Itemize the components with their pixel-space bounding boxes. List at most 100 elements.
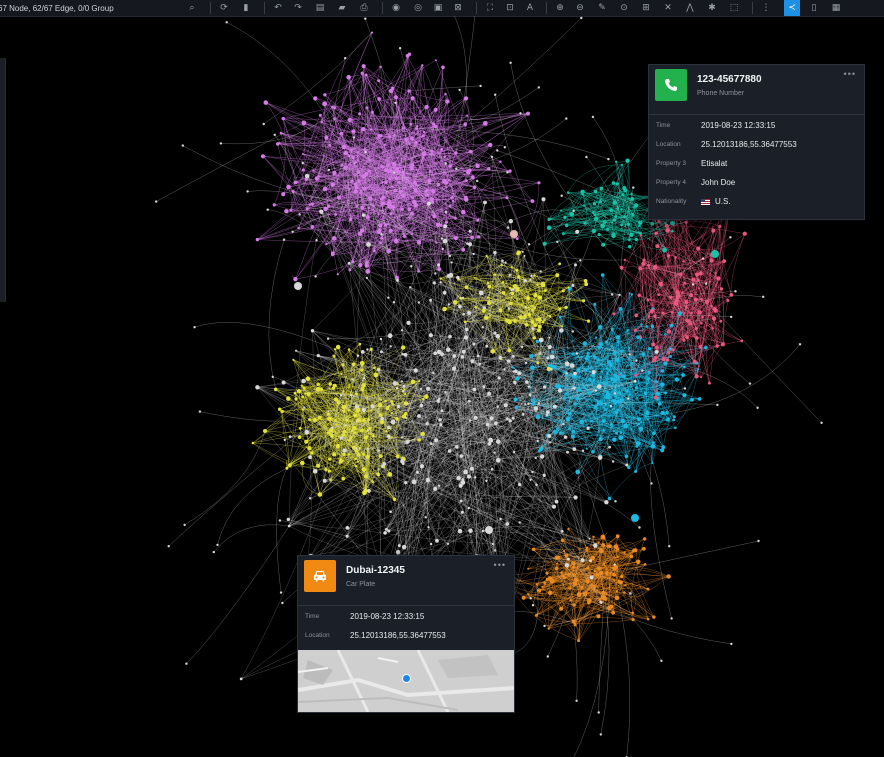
graph-node[interactable] xyxy=(700,298,704,301)
graph-node[interactable] xyxy=(632,186,635,189)
graph-node[interactable] xyxy=(298,426,302,430)
graph-node[interactable] xyxy=(445,99,450,104)
graph-node[interactable] xyxy=(630,362,634,365)
graph-node[interactable] xyxy=(414,189,418,193)
graph-node[interactable] xyxy=(432,214,437,219)
graph-node[interactable] xyxy=(543,319,546,322)
graph-node[interactable] xyxy=(629,393,632,396)
graph-node[interactable] xyxy=(658,402,662,406)
graph-node[interactable] xyxy=(310,202,314,206)
graph-node[interactable] xyxy=(360,428,364,433)
graph-node[interactable] xyxy=(363,435,369,440)
graph-node[interactable] xyxy=(503,146,507,149)
graph-node[interactable] xyxy=(628,346,631,349)
graph-node[interactable] xyxy=(388,228,393,233)
graph-node[interactable] xyxy=(424,104,429,110)
graph-node[interactable] xyxy=(410,232,414,235)
graph-node[interactable] xyxy=(360,386,365,391)
graph-node[interactable] xyxy=(356,417,362,423)
graph-node[interactable] xyxy=(645,325,649,328)
graph-node[interactable] xyxy=(681,291,684,294)
graph-node[interactable] xyxy=(582,204,586,207)
graph-node[interactable] xyxy=(527,297,530,300)
graph-node[interactable] xyxy=(569,211,575,217)
graph-node[interactable] xyxy=(384,180,388,185)
graph-node[interactable] xyxy=(579,419,584,425)
graph-node[interactable] xyxy=(326,412,331,416)
graph-node[interactable] xyxy=(349,148,353,152)
graph-node[interactable] xyxy=(579,259,582,262)
graph-node[interactable] xyxy=(756,406,759,409)
graph-node[interactable] xyxy=(674,426,677,430)
graph-node[interactable] xyxy=(385,430,388,433)
graph-node[interactable] xyxy=(654,345,659,350)
graph-node[interactable] xyxy=(370,110,374,114)
graph-node[interactable] xyxy=(647,347,652,351)
graph-node[interactable] xyxy=(695,336,699,340)
graph-node[interactable] xyxy=(470,235,474,240)
graph-node[interactable] xyxy=(588,377,592,381)
graph-node[interactable] xyxy=(611,460,615,463)
graph-node[interactable] xyxy=(513,319,517,323)
graph-node[interactable] xyxy=(603,381,607,384)
graph-node[interactable] xyxy=(401,195,405,198)
graph-node[interactable] xyxy=(607,157,610,161)
graph-node[interactable] xyxy=(701,257,705,260)
graph-node[interactable] xyxy=(581,193,584,196)
graph-node[interactable] xyxy=(373,372,379,378)
graph-node[interactable] xyxy=(533,323,538,328)
graph-node[interactable] xyxy=(590,419,593,423)
graph-node[interactable] xyxy=(613,373,617,377)
graph-node[interactable] xyxy=(317,492,323,497)
graph-node[interactable] xyxy=(328,382,333,386)
graph-node[interactable] xyxy=(336,195,342,200)
share-icon[interactable]: ≺ xyxy=(784,0,800,16)
graph-node[interactable] xyxy=(580,16,583,20)
graph-node[interactable] xyxy=(565,117,568,120)
graph-node[interactable] xyxy=(488,142,493,148)
graph-node[interactable] xyxy=(698,287,701,290)
graph-node[interactable] xyxy=(683,387,687,390)
graph-node[interactable] xyxy=(515,287,520,292)
graph-node[interactable] xyxy=(369,128,373,131)
expand-icon[interactable]: ⋮ xyxy=(758,0,774,16)
graph-node[interactable] xyxy=(354,457,357,461)
graph-node[interactable] xyxy=(628,292,631,295)
graph-node[interactable] xyxy=(378,413,383,417)
graph-node[interactable] xyxy=(518,315,524,320)
table-icon[interactable]: ▦ xyxy=(828,0,844,16)
graph-node[interactable] xyxy=(331,236,337,241)
graph-node[interactable] xyxy=(381,195,385,200)
graph-node[interactable] xyxy=(542,241,547,246)
graph-node[interactable] xyxy=(530,199,535,204)
graph-node[interactable] xyxy=(408,216,411,219)
graph-node[interactable] xyxy=(418,379,421,383)
graph-node[interactable] xyxy=(331,418,334,421)
graph-node[interactable] xyxy=(356,159,359,161)
graph-node[interactable] xyxy=(567,286,570,289)
eye-icon[interactable]: ◉ xyxy=(388,0,404,16)
graph-node[interactable] xyxy=(393,134,396,137)
graph-node[interactable] xyxy=(447,252,450,255)
graph-node[interactable] xyxy=(720,287,724,291)
graph-node[interactable] xyxy=(572,209,575,212)
graph-node[interactable] xyxy=(561,289,565,293)
graph-node[interactable] xyxy=(684,220,688,224)
graph-node[interactable] xyxy=(517,275,521,279)
graph-node[interactable] xyxy=(314,275,317,278)
graph-node[interactable] xyxy=(600,273,605,277)
graph-node[interactable] xyxy=(672,418,676,422)
grid-icon[interactable]: ⊞ xyxy=(638,0,654,16)
graph-node[interactable] xyxy=(193,326,196,329)
graph-node[interactable] xyxy=(581,449,585,452)
graph-node[interactable] xyxy=(726,299,730,302)
graph-node[interactable] xyxy=(361,64,366,69)
graph-node[interactable] xyxy=(427,181,431,185)
graph-node[interactable] xyxy=(439,277,442,280)
graph-node[interactable] xyxy=(360,128,364,132)
graph-node[interactable] xyxy=(486,296,489,299)
graph-node[interactable] xyxy=(618,435,624,441)
graph-node[interactable] xyxy=(450,261,453,264)
graph-node[interactable] xyxy=(647,315,651,318)
graph-node[interactable] xyxy=(679,272,683,276)
